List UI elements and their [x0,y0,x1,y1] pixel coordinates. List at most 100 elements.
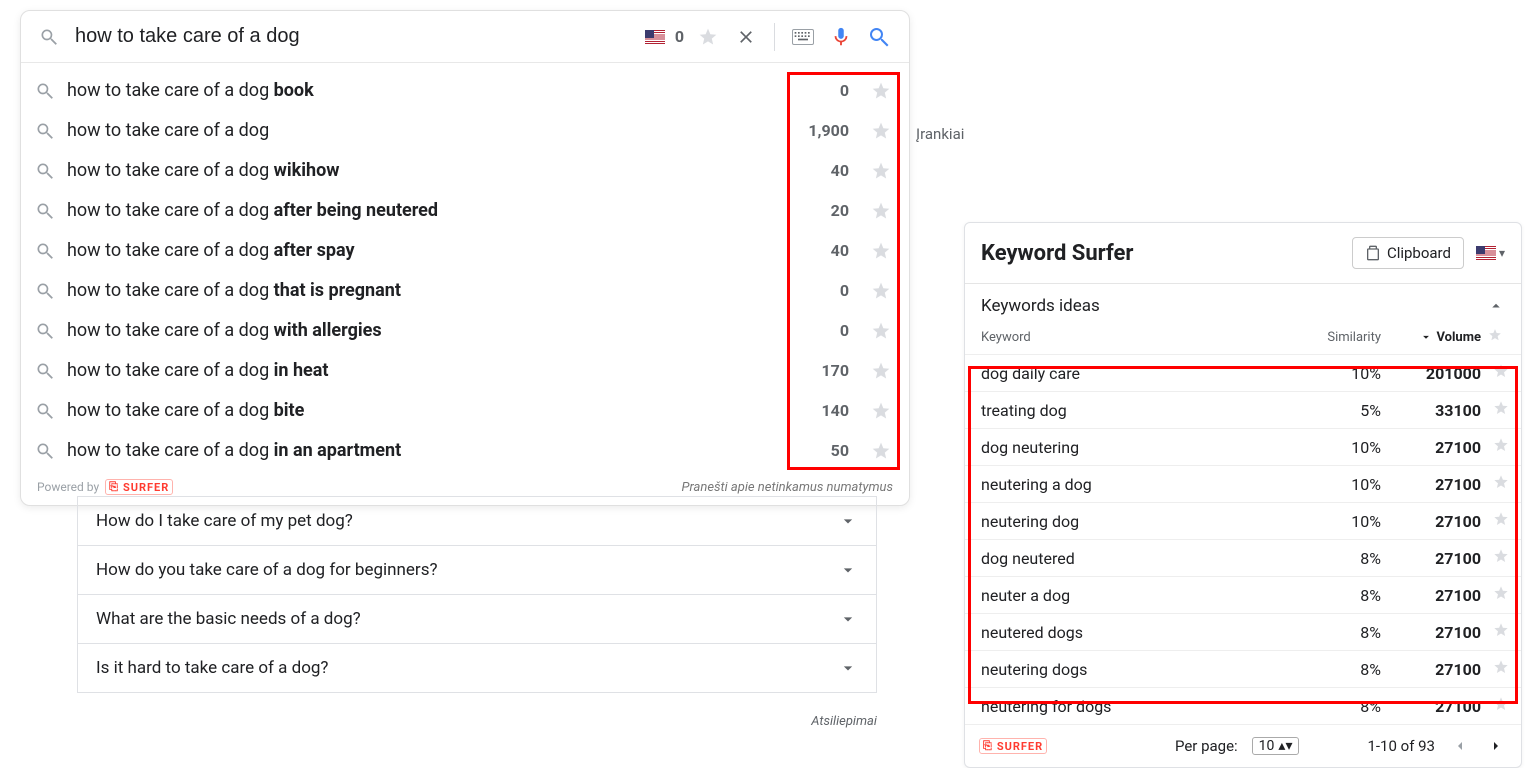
clear-button[interactable] [732,23,760,51]
feedback-link[interactable]: Atsiliepimai [77,714,877,729]
suggestion-volume: 20 [779,197,849,225]
flag-us-icon [1476,246,1496,260]
ks-similarity: 8% [1291,586,1381,605]
ks-row[interactable]: neuter a dog8%27100 [965,576,1521,613]
col-keyword: Keyword [981,330,1291,345]
country-dropdown[interactable]: ▾ [1476,246,1505,260]
suggestion-item[interactable]: how to take care of a dog after being ne… [21,191,909,231]
ks-row[interactable]: neutering dogs8%27100 [965,650,1521,687]
paa-item[interactable]: Is it hard to take care of a dog? [77,644,877,693]
ks-volume: 33100 [1381,401,1481,420]
tools-link[interactable]: Įrankiai [916,125,964,143]
col-similarity[interactable]: Similarity [1291,330,1381,345]
favorites-count: 0 [675,27,684,46]
ks-similarity: 10% [1291,475,1381,494]
search-icon [35,361,55,381]
ks-section-header[interactable]: Keywords ideas [965,284,1521,324]
report-predictions-link[interactable]: Pranešti apie netinkamus numatymus [682,480,893,495]
ks-row[interactable]: dog daily care10%201000 [965,354,1521,391]
suggestion-text: how to take care of a dog after being ne… [67,197,767,225]
search-button[interactable] [865,23,893,51]
suggestion-item[interactable]: how to take care of a dog wikihow40 [21,151,909,191]
ks-similarity: 8% [1291,697,1381,716]
separator [774,23,775,51]
ks-similarity: 8% [1291,623,1381,642]
suggestion-text: how to take care of a dog after spay [67,237,767,265]
star-icon[interactable] [871,201,891,221]
ks-row[interactable]: dog neutered8%27100 [965,539,1521,576]
ks-volume: 27100 [1381,549,1481,568]
search-icon [35,161,55,181]
next-page-button[interactable] [1485,735,1507,757]
ks-star[interactable] [1481,696,1509,716]
clipboard-button[interactable]: Clipboard [1352,237,1464,269]
search-icon [35,281,55,301]
ks-row[interactable]: treating dog5%33100 [965,391,1521,428]
ks-volume: 27100 [1381,697,1481,716]
ks-star[interactable] [1481,511,1509,531]
search-icon [35,241,55,261]
prev-page-button[interactable] [1449,735,1471,757]
star-icon[interactable] [871,241,891,261]
ks-star[interactable] [1481,622,1509,642]
ks-star[interactable] [1481,548,1509,568]
keyboard-icon[interactable] [789,23,817,51]
ks-star[interactable] [1481,474,1509,494]
ks-star[interactable] [1481,585,1509,605]
ks-row[interactable]: neutered dogs8%27100 [965,613,1521,650]
suggestion-text: how to take care of a dog wikihow [67,157,767,185]
chevron-down-icon [838,560,858,580]
ks-row[interactable]: dog neutering10%27100 [965,428,1521,465]
suggestion-volume: 1,900 [779,117,849,145]
suggestion-item[interactable]: how to take care of a dog after spay 40 [21,231,909,271]
ks-star[interactable] [1481,363,1509,383]
ks-row[interactable]: neutering dog10%27100 [965,502,1521,539]
suggestion-item[interactable]: how to take care of a dog with allergies… [21,311,909,351]
people-also-ask: How do I take care of my pet dog?How do … [77,496,877,693]
ks-similarity: 10% [1291,512,1381,531]
suggestion-item[interactable]: how to take care of a dog book0 [21,71,909,111]
ks-star[interactable] [1481,437,1509,457]
suggestion-volume: 0 [779,317,849,345]
star-icon[interactable] [871,161,891,181]
star-icon[interactable] [871,81,891,101]
ks-keyword: neuter a dog [981,586,1291,605]
ks-star[interactable] [1481,400,1509,420]
star-icon[interactable] [871,321,891,341]
chevron-down-icon: ▾ [1499,246,1505,260]
ks-footer: SURFER Per page: 10▴▾ 1-10 of 93 [965,724,1521,767]
star-icon[interactable] [871,401,891,421]
search-icon [35,23,63,51]
star-icon[interactable] [871,121,891,141]
suggestion-item[interactable]: how to take care of a dog that is pregna… [21,271,909,311]
search-input[interactable] [73,24,635,49]
paa-item[interactable]: How do you take care of a dog for beginn… [77,546,877,595]
surfer-logo: SURFER [979,738,1047,754]
ks-keyword: dog neutering [981,438,1291,457]
chevron-down-icon [838,609,858,629]
ks-row[interactable]: neutering a dog10%27100 [965,465,1521,502]
voice-search-icon[interactable] [827,23,855,51]
star-icon[interactable] [871,441,891,461]
paa-item[interactable]: What are the basic needs of a dog? [77,595,877,644]
star-icon[interactable] [871,281,891,301]
perpage-label: Per page: [1175,737,1238,755]
ks-similarity: 8% [1291,549,1381,568]
ks-keyword: neutered dogs [981,623,1291,642]
suggestion-volume: 40 [779,237,849,265]
suggestion-text: how to take care of a dog that is pregna… [67,277,767,305]
suggestion-item[interactable]: how to take care of a dog bite140 [21,391,909,431]
paa-item[interactable]: How do I take care of my pet dog? [77,496,877,546]
ks-volume: 27100 [1381,623,1481,642]
suggestion-item[interactable]: how to take care of a dog in an apartmen… [21,431,909,471]
suggestion-item[interactable]: how to take care of a dog in heat170 [21,351,909,391]
col-star[interactable] [1481,328,1509,346]
col-volume[interactable]: Volume [1381,330,1481,345]
star-icon[interactable] [694,23,722,51]
star-icon[interactable] [871,361,891,381]
ks-keyword: dog neutered [981,549,1291,568]
ks-star[interactable] [1481,659,1509,679]
perpage-select[interactable]: 10▴▾ [1252,737,1300,755]
ks-row[interactable]: neutering for dogs8%27100 [965,687,1521,724]
suggestion-item[interactable]: how to take care of a dog1,900 [21,111,909,151]
